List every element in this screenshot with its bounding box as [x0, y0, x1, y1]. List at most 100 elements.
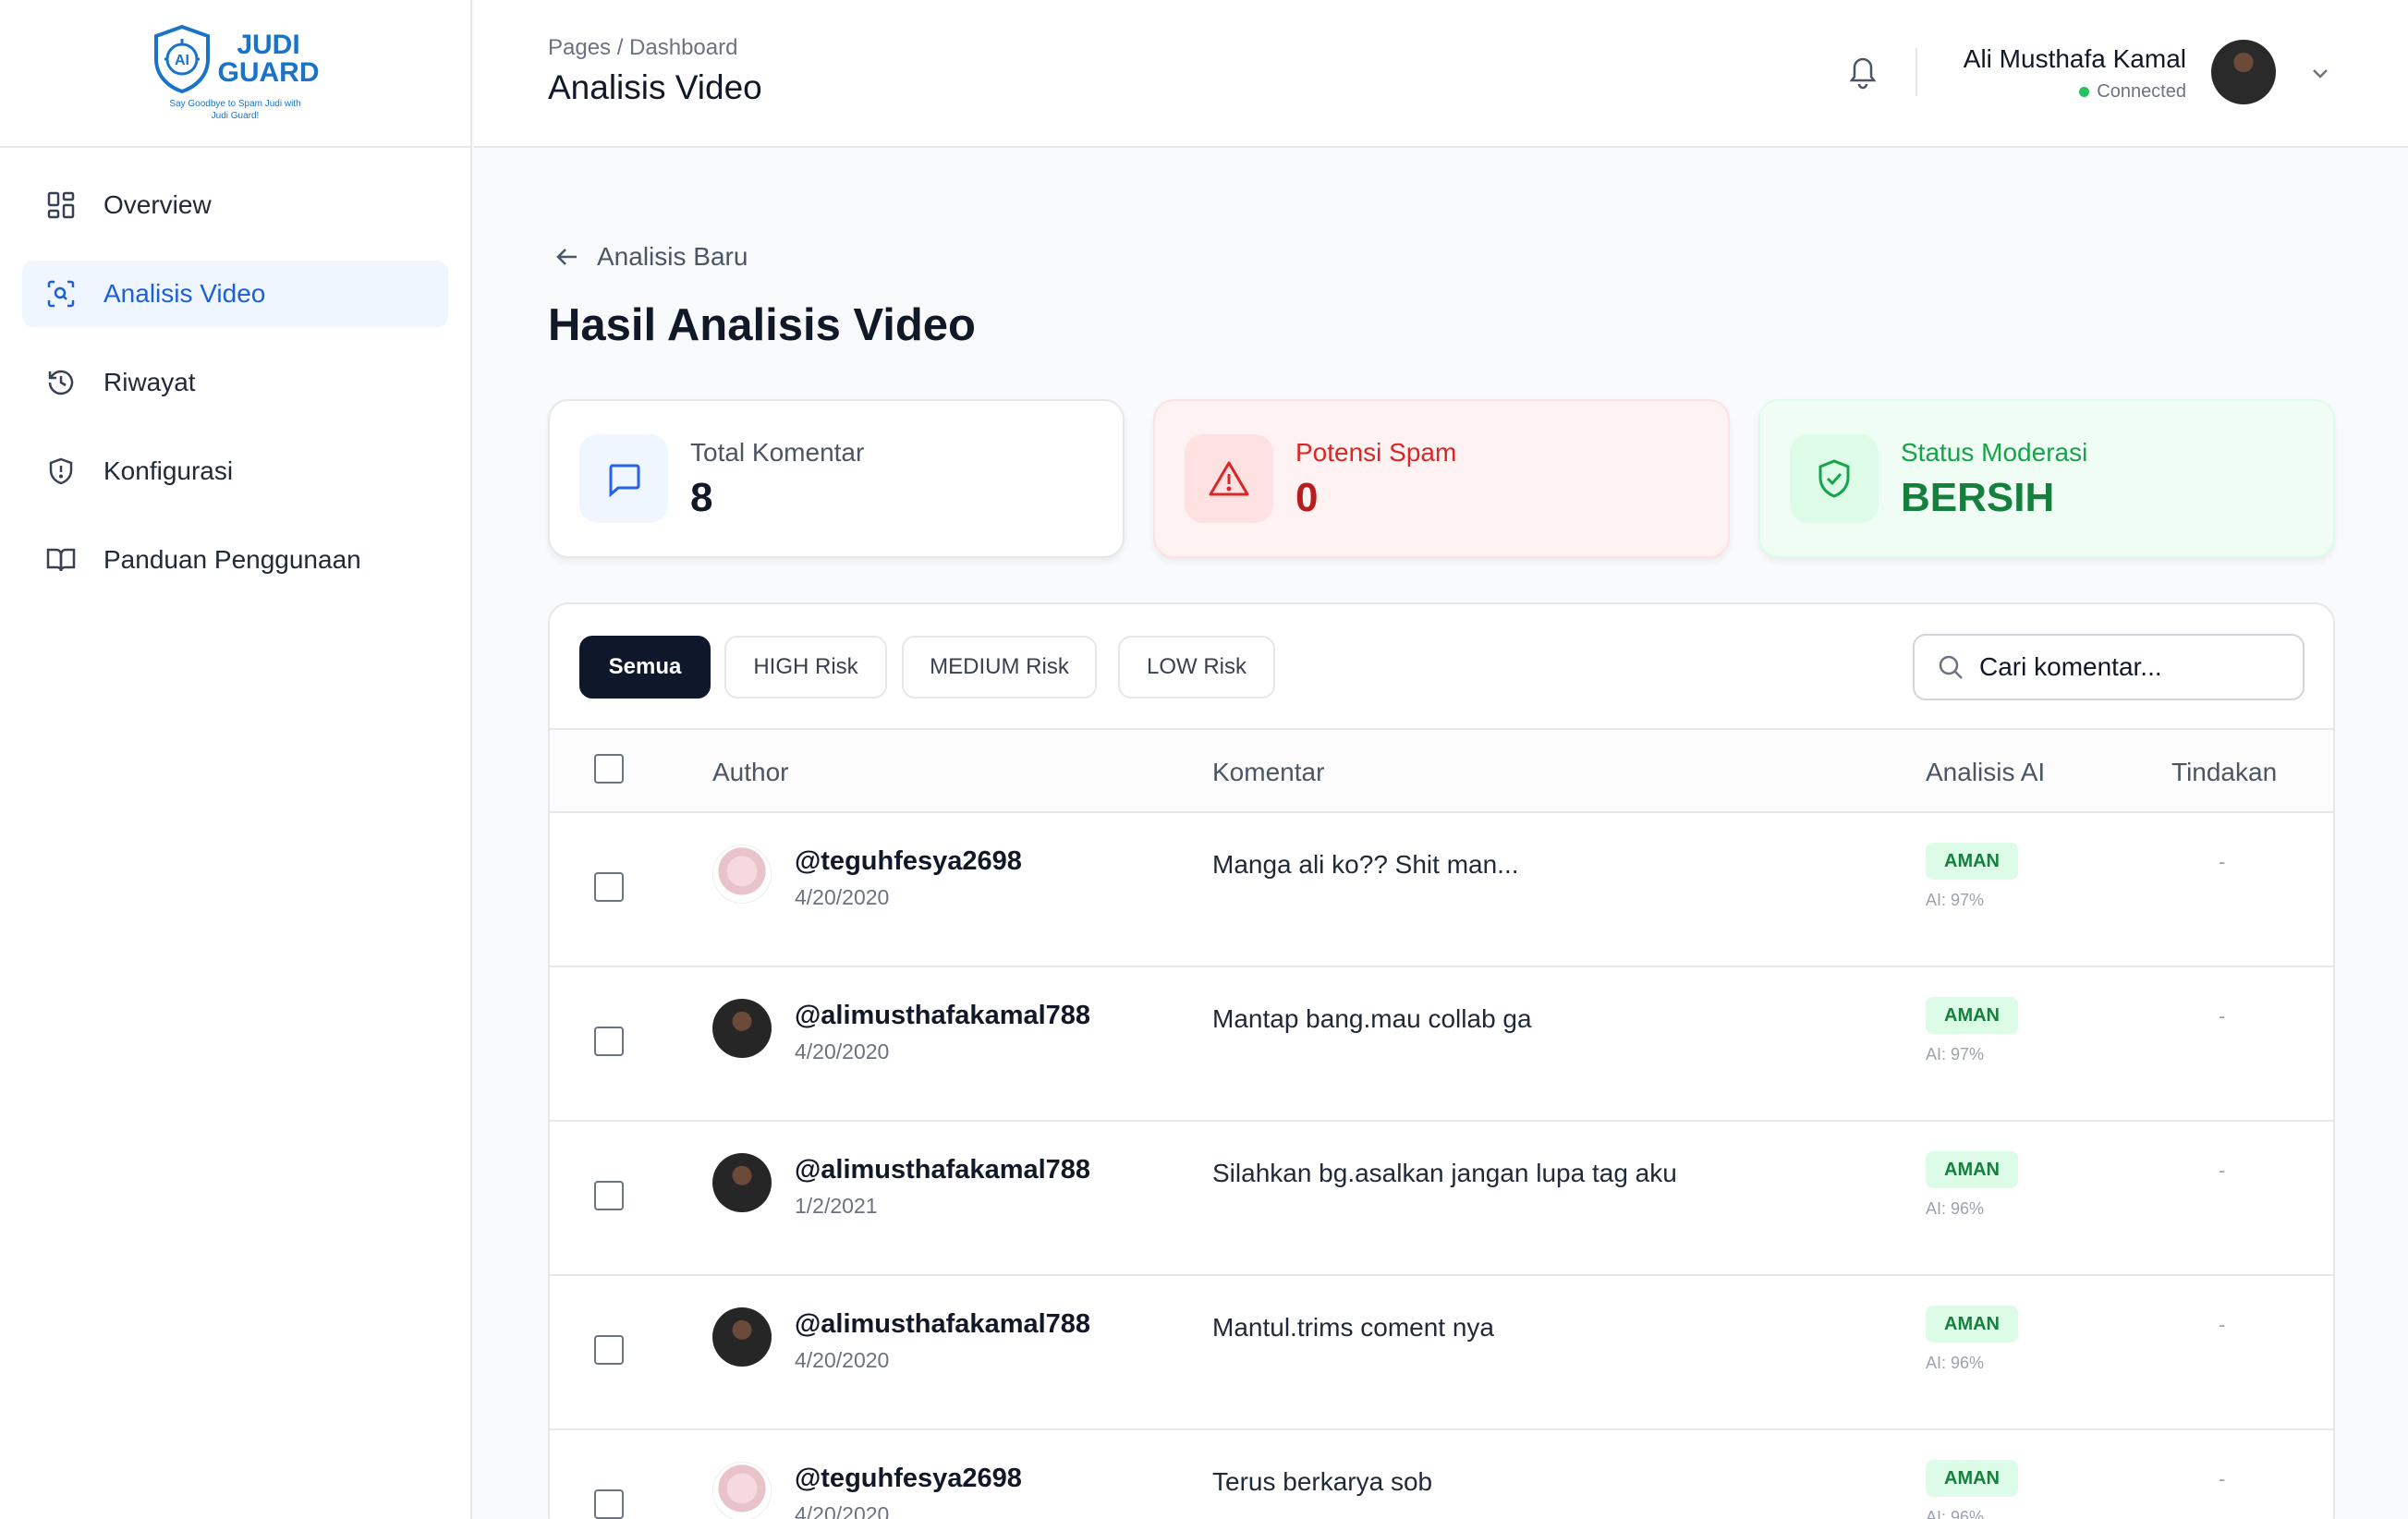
sidebar-item-analisis-video[interactable]: Analisis Video [22, 261, 448, 327]
row-checkbox[interactable] [594, 1027, 624, 1056]
status-badge: AMAN [1926, 1306, 2018, 1343]
card-label: Status Moderasi [1901, 438, 2088, 467]
row-ai-score: AI: 97% [1926, 1045, 1985, 1063]
sidebar-nav: Overview Analisis Video Riwayat Konfigur… [0, 148, 470, 639]
logo-tagline: Say Goodbye to Spam Judi with Judi Guard… [169, 99, 301, 121]
breadcrumb[interactable]: Pages / Dashboard [548, 35, 737, 61]
row-action: - [2219, 1159, 2226, 1182]
table-row: @alimusthafakamal788 4/20/2020 Mantap ba… [550, 967, 2333, 1122]
table-row: @alimusthafakamal788 1/2/2021 Silahkan b… [550, 1122, 2333, 1276]
logo-area: AI JUDI GUARD Say Goodbye to Spam Judi w… [0, 0, 470, 148]
back-link[interactable]: Analisis Baru [554, 242, 748, 272]
sidebar-item-label: Riwayat [103, 368, 196, 396]
row-checkbox[interactable] [594, 1489, 624, 1519]
avatar [712, 845, 772, 904]
column-komentar: Komentar [1212, 758, 1325, 786]
sidebar-item-label: Panduan Penggunaan [103, 545, 361, 574]
filter-high-risk-button[interactable]: HIGH Risk [724, 636, 887, 699]
card-label: Total Komentar [690, 438, 865, 467]
row-comment: Mantul.trims coment nya [1212, 1313, 1494, 1342]
filter-semua-button[interactable]: Semua [579, 636, 711, 699]
avatar[interactable] [2211, 40, 2276, 104]
shield-check-icon [1790, 434, 1879, 523]
grid-icon [44, 188, 78, 222]
row-ai-score: AI: 96% [1926, 1199, 1985, 1218]
status-badge: AMAN [1926, 1460, 2018, 1497]
sidebar-item-label: Konfigurasi [103, 456, 234, 485]
row-author[interactable]: @alimusthafakamal788 [795, 1309, 1090, 1340]
column-tindakan: Tindakan [2171, 758, 2278, 786]
user-name: Ali Musthafa Kamal [1963, 44, 2186, 73]
avatar [712, 1307, 772, 1367]
row-checkbox[interactable] [594, 872, 624, 902]
sidebar-item-riwayat[interactable]: Riwayat [22, 349, 448, 416]
search-box [1913, 634, 2305, 700]
table-row: @alimusthafakamal788 4/20/2020 Mantul.tr… [550, 1276, 2333, 1430]
card-value: 8 [690, 475, 713, 520]
row-author[interactable]: @alimusthafakamal788 [795, 1001, 1090, 1031]
row-date: 1/2/2021 [795, 1194, 878, 1218]
table-header: Author Komentar Analisis AI Tindakan [550, 730, 2333, 813]
header-divider [1915, 48, 1917, 96]
row-date: 4/20/2020 [795, 885, 890, 909]
header-title: Analisis Video [548, 68, 762, 106]
search-input[interactable] [1979, 652, 2284, 682]
row-date: 4/20/2020 [795, 1348, 890, 1372]
logo-word-1: JUDI [237, 30, 300, 60]
scan-icon [44, 277, 78, 310]
avatar [712, 1462, 772, 1519]
sidebar-item-panduan[interactable]: Panduan Penggunaan [22, 527, 448, 593]
sidebar-item-overview[interactable]: Overview [22, 172, 448, 238]
history-icon [44, 366, 78, 399]
user-status: Connected [2079, 81, 2186, 103]
row-comment: Terus berkarya sob [1212, 1467, 1433, 1496]
filter-low-risk-button[interactable]: LOW Risk [1118, 636, 1275, 699]
message-icon [579, 434, 668, 523]
row-ai-score: AI: 96% [1926, 1508, 1985, 1519]
sidebar-item-konfigurasi[interactable]: Konfigurasi [22, 438, 448, 504]
row-action: - [2219, 1004, 2226, 1027]
table-row: @teguhfesya2698 4/20/2020 Manga ali ko??… [550, 813, 2333, 967]
row-author[interactable]: @teguhfesya2698 [795, 1464, 1022, 1494]
card-value: 0 [1295, 475, 1319, 520]
logo-badge-text: AI [175, 53, 189, 68]
row-ai-score: AI: 97% [1926, 891, 1985, 909]
row-comment: Mantap bang.mau collab ga [1212, 1004, 1532, 1033]
row-checkbox[interactable] [594, 1335, 624, 1365]
warning-icon [1185, 434, 1273, 523]
status-badge: AMAN [1926, 843, 2018, 880]
select-all-checkbox[interactable] [594, 754, 624, 784]
user-status-label: Connected [2097, 81, 2186, 102]
logo[interactable]: AI JUDI GUARD Say Goodbye to Spam Judi w… [152, 24, 320, 122]
status-badge: AMAN [1926, 997, 2018, 1034]
sidebar-item-label: Overview [103, 190, 212, 219]
row-comment: Manga ali ko?? Shit man... [1212, 850, 1519, 879]
row-author[interactable]: @alimusthafakamal788 [795, 1155, 1090, 1185]
avatar [712, 999, 772, 1058]
row-action: - [2219, 1313, 2226, 1336]
row-comment: Silahkan bg.asalkan jangan lupa tag aku [1212, 1159, 1677, 1187]
row-action: - [2219, 850, 2226, 873]
card-status-moderasi: Status Moderasi BERSIH [1758, 399, 2335, 558]
chevron-down-icon[interactable] [2306, 59, 2334, 87]
card-potensi-spam: Potensi Spam 0 [1153, 399, 1730, 558]
comments-panel: Semua HIGH Risk MEDIUM Risk LOW Risk Aut… [548, 602, 2335, 1519]
row-checkbox[interactable] [594, 1181, 624, 1210]
status-badge: AMAN [1926, 1151, 2018, 1188]
row-action: - [2219, 1467, 2226, 1490]
table-row: @teguhfesya2698 4/20/2020 Terus berkarya… [550, 1430, 2333, 1519]
card-value: BERSIH [1901, 475, 2055, 520]
page-title: Hasil Analisis Video [548, 300, 976, 350]
row-author[interactable]: @teguhfesya2698 [795, 846, 1022, 877]
status-dot-icon [2079, 87, 2090, 97]
search-icon [1939, 655, 1963, 679]
row-date: 4/20/2020 [795, 1039, 890, 1063]
bell-icon[interactable] [1844, 51, 1881, 91]
row-ai-score: AI: 96% [1926, 1354, 1985, 1372]
avatar [712, 1153, 772, 1212]
filter-medium-risk-button[interactable]: MEDIUM Risk [902, 636, 1097, 699]
book-icon [44, 543, 78, 577]
shield-icon [44, 455, 78, 488]
column-analisis-ai: Analisis AI [1926, 758, 2046, 786]
top-header: Pages / Dashboard Analisis Video Ali Mus… [474, 0, 2408, 148]
